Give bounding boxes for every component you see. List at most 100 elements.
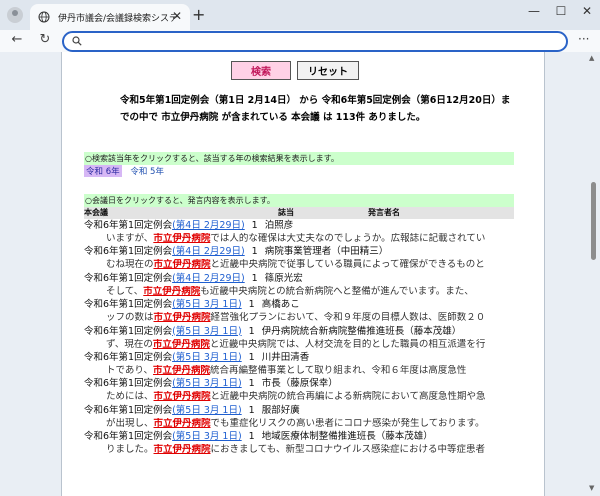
meeting-name: 令和6年第1回定例会 <box>84 352 173 363</box>
keyword-highlight: 市立伊丹病院 <box>153 417 211 429</box>
excerpt-before: が出現し、 <box>106 417 154 429</box>
meeting-name: 令和6年第1回定例会 <box>84 325 173 337</box>
search-icon <box>72 36 82 46</box>
speaker-name: 服部好廣 <box>261 404 300 416</box>
meeting-name: 令和6年第1回定例会 <box>84 220 173 231</box>
turn-number: 1 <box>248 299 255 311</box>
result-row: 令和6年第1回定例会(第4日 2月29日) 1 病院事業管理者（中田精三） <box>84 246 524 258</box>
meeting-date-link[interactable]: (第5日 3月 1日) <box>172 326 242 337</box>
result-excerpt: が出現し、市立伊丹病院でも重症化リスクの高い患者にコロナ感染が発生しております。 <box>106 418 526 430</box>
turn-number: 1 <box>248 325 255 337</box>
turn-number: 1 <box>248 404 255 416</box>
meeting-name: 令和6年第1回定例会 <box>84 246 173 258</box>
turn-number: 1 <box>251 246 258 258</box>
year-hint: ○検索該当年をクリックすると、該当する年の検索結果を表示します。 <box>84 152 514 165</box>
meeting-name: 令和6年第1回定例会 <box>84 404 173 416</box>
turn-number: 1 <box>251 220 258 231</box>
result-excerpt: ッフの数は市立伊丹病院経営強化プランにおいて、令和９年度の目標人数は、医師数２０ <box>106 312 526 324</box>
result-excerpt: トであり、市立伊丹病院統合再編整備事業として取り組まれ、令和６年度は高度急性 <box>106 365 526 377</box>
turn-number: 1 <box>248 378 255 390</box>
tab-title: 伊丹市議会/会議録検索システム <box>58 13 178 24</box>
tab-strip: 伊丹市議会/会議録検索システム ✕ + — ☐ ✕ <box>0 0 600 30</box>
result-row: 令和6年第1回定例会(第5日 3月 1日) 1 高橋あこ <box>84 299 524 311</box>
speaker-name: 篠原光宏 <box>264 272 303 284</box>
meeting-name: 令和6年第1回定例会 <box>84 378 173 390</box>
new-tab-button[interactable]: + <box>192 5 205 24</box>
header-meeting: 本会議 <box>84 208 108 217</box>
meeting-date-link[interactable]: (第5日 3月 1日) <box>172 405 242 416</box>
page-content: 検索 リセット 令和5年第1回定例会（第1日 2月14日） から 令和6年第5回… <box>61 52 545 496</box>
speaker-name: 高橋あこ <box>261 299 300 311</box>
meeting-date-link[interactable]: (第5日 3月 1日) <box>172 352 242 363</box>
excerpt-after: 経営強化プランにおいて、令和９年度の目標人数は、医師数２０ <box>210 312 486 324</box>
year-link-r6[interactable]: 令和 6年 <box>84 165 122 177</box>
result-row: 令和6年第1回定例会(第5日 3月 1日) 1 伊丹病院統合新病院整備推進班長（藤本… <box>84 326 524 338</box>
window-close-button[interactable]: ✕ <box>577 4 597 18</box>
address-bar[interactable] <box>62 31 568 52</box>
reset-button[interactable]: リセット <box>297 61 359 80</box>
excerpt-before: ためには、 <box>106 391 154 403</box>
profile-avatar[interactable] <box>7 7 23 23</box>
excerpt-after: では人的な確保は大丈夫なのでしょうか。広報誌に記載されてい <box>210 233 486 244</box>
meeting-date-link[interactable]: (第4日 2月29日) <box>172 246 245 257</box>
reload-icon[interactable]: ↻ <box>36 32 54 47</box>
page-scrollbar[interactable]: ▲ ▼ <box>589 52 598 496</box>
maximize-button[interactable]: ☐ <box>551 4 571 18</box>
meeting-name: 令和6年第1回定例会 <box>84 272 173 284</box>
keyword-highlight: 市立伊丹病院 <box>153 365 211 376</box>
excerpt-before: トであり、 <box>106 365 154 376</box>
back-arrow-icon[interactable]: ← <box>8 32 26 47</box>
browser-tab[interactable]: 伊丹市議会/会議録検索システム ✕ <box>30 4 190 30</box>
meeting-date-link[interactable]: (第5日 3月 1日) <box>172 299 242 310</box>
scroll-up-arrow-icon[interactable]: ▲ <box>589 54 594 62</box>
keyword-highlight: 市立伊丹病院 <box>153 444 211 456</box>
search-button[interactable]: 検索 <box>231 61 291 80</box>
year-link-r5[interactable]: 令和 5年 <box>128 165 166 177</box>
scroll-thumb[interactable] <box>591 182 596 260</box>
minimize-button[interactable]: — <box>524 4 544 18</box>
keyword-highlight: 市立伊丹病院 <box>153 259 211 271</box>
meeting-name: 令和6年第1回定例会 <box>84 299 173 311</box>
excerpt-before: ッフの数は <box>106 312 154 324</box>
globe-icon <box>38 11 50 23</box>
excerpt-before: いますが、 <box>106 233 154 244</box>
excerpt-before: そして、 <box>106 285 144 297</box>
result-row: 令和6年第1回定例会(第4日 2月29日) 1 泊照彦 <box>84 220 524 232</box>
scroll-down-arrow-icon[interactable]: ▼ <box>589 484 594 492</box>
result-excerpt: りました。市立伊丹病院におきましても、新型コロナウイルス感染症における中等症患者 <box>106 444 526 456</box>
excerpt-before: むね現在の <box>106 259 154 271</box>
result-excerpt: ためには、市立伊丹病院と近畿中央病院の統合再編による新病院において高度急性期や急 <box>106 391 526 403</box>
excerpt-after: 統合再編整備事業として取り組まれ、令和６年度は高度急性 <box>210 365 467 376</box>
speaker-name: 市長（藤原保幸） <box>261 378 338 390</box>
meeting-date-link[interactable]: (第4日 2月29日) <box>172 273 245 284</box>
excerpt-after: も近畿中央病院との統合新病院へと整備が進んでいます。また、 <box>200 285 474 297</box>
result-row: 令和6年第1回定例会(第5日 3月 1日) 1 服部好廣 <box>84 405 524 417</box>
results-header: 本会議 誌当 発言者名 <box>84 207 514 219</box>
tab-close-icon[interactable]: ✕ <box>172 9 182 23</box>
meeting-date-link[interactable]: (第4日 2月29日) <box>172 220 245 231</box>
excerpt-after: と近畿中央病院では、人材交流を目的とした職員の相互派遣を行 <box>209 338 486 350</box>
excerpt-before: りました。 <box>106 444 154 456</box>
keyword-highlight: 市立伊丹病院 <box>153 312 211 324</box>
meeting-date-link[interactable]: (第5日 3月 1日) <box>172 378 242 389</box>
excerpt-after: におきましても、新型コロナウイルス感染症における中等症患者 <box>210 444 485 456</box>
year-list: 令和 6年 令和 5年 <box>84 165 170 177</box>
result-row: 令和6年第1回定例会(第5日 3月 1日) 1 市長（藤原保幸） <box>84 378 524 390</box>
result-excerpt: いますが、市立伊丹病院では人的な確保は大丈夫なのでしょうか。広報誌に記載されてい <box>106 233 526 245</box>
excerpt-after: と近畿中央病院の統合再編による新病院において高度急性期や急 <box>210 391 486 403</box>
turn-number: 1 <box>248 352 255 363</box>
speaker-name: 泊照彦 <box>264 220 294 231</box>
speaker-name: 地域医療体制整備推進班長（藤本茂雄） <box>261 431 433 443</box>
action-buttons: 検索 リセット <box>231 61 359 80</box>
result-excerpt: ず、現在の市立伊丹病院と近畿中央病院では、人材交流を目的とした職員の相互派遣を行 <box>106 339 526 351</box>
excerpt-after: と近畿中央病院で従事している職員によって確保ができるものと <box>210 259 485 271</box>
keyword-highlight: 市立伊丹病院 <box>153 233 211 244</box>
meeting-date-link[interactable]: (第5日 3月 1日) <box>172 431 242 442</box>
speaker-name: 病院事業管理者（中田精三） <box>264 246 389 258</box>
menu-dots-icon[interactable]: ··· <box>578 32 589 46</box>
excerpt-after: でも重症化リスクの高い患者にコロナ感染が発生しております。 <box>210 417 485 429</box>
result-row: 令和6年第1回定例会(第5日 3月 1日) 1 川井田清香 <box>84 352 524 364</box>
date-hint: ○会議日をクリックすると、発言内容を表示します。 <box>84 194 514 207</box>
result-summary: 令和5年第1回定例会（第1日 2月14日） から 令和6年第5回定例会（第6日1… <box>120 95 511 123</box>
result-row: 令和6年第1回定例会(第5日 3月 1日) 1 地域医療体制整備推進班長（藤本茂雄） <box>84 431 524 443</box>
